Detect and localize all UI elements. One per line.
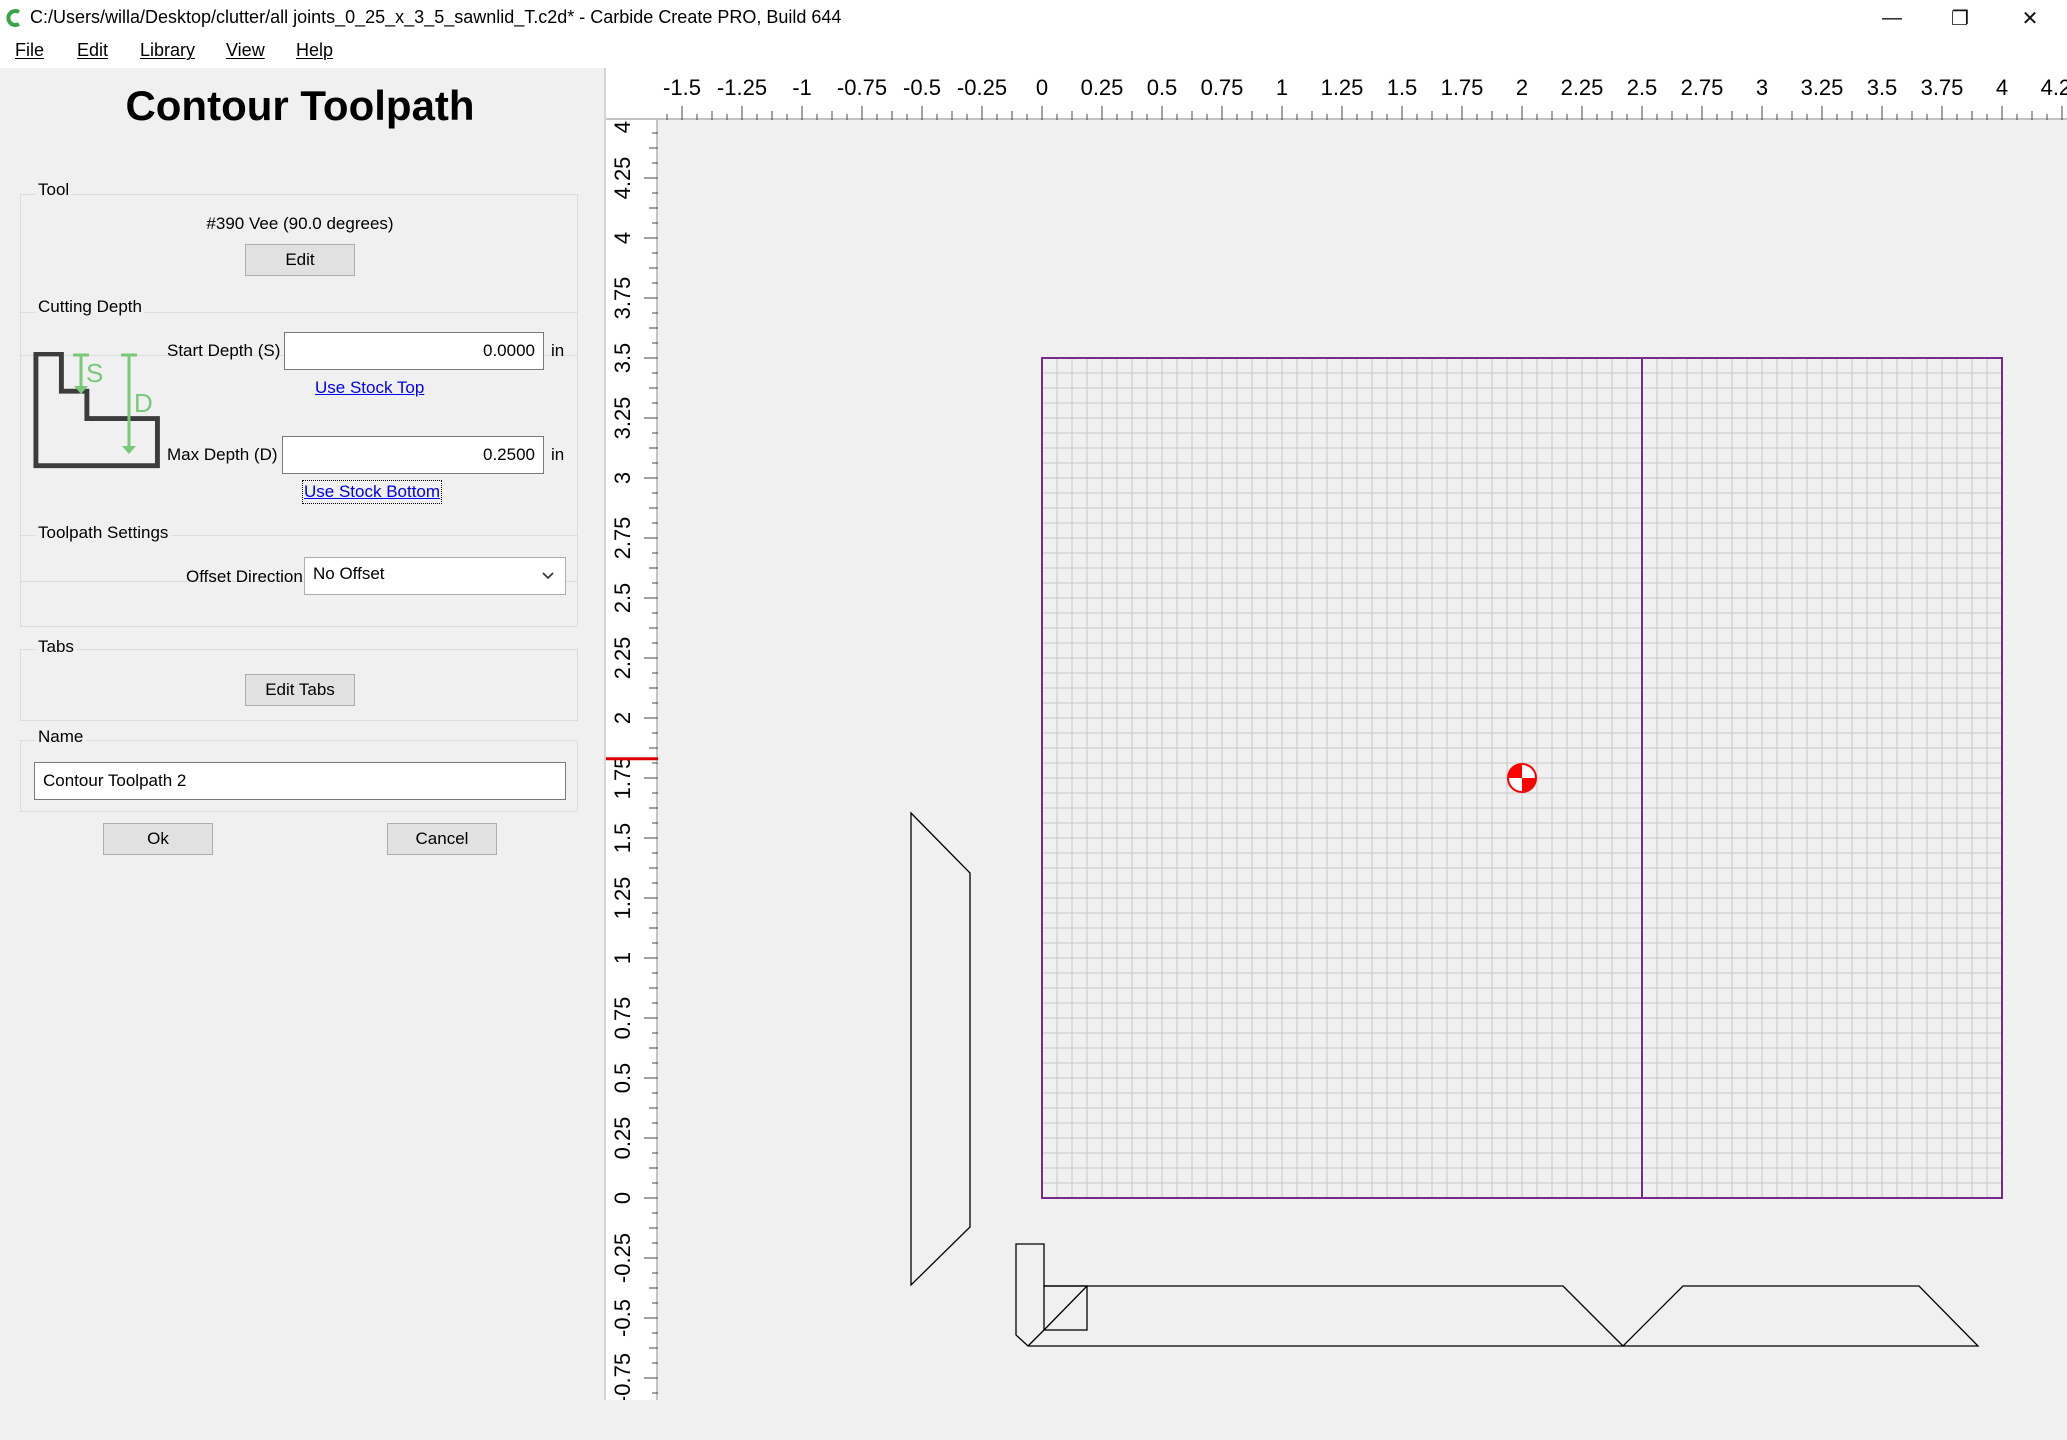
- ruler-label: -1.5: [663, 75, 701, 100]
- edit-tabs-button[interactable]: Edit Tabs: [245, 674, 355, 706]
- datum-quadrant-tl: [1508, 764, 1522, 778]
- ruler-label: 1.25: [610, 877, 635, 920]
- profile-vector-right[interactable]: [1621, 1285, 1980, 1347]
- cancel-button[interactable]: Cancel: [387, 823, 497, 855]
- ruler-label: 0.25: [1081, 75, 1124, 100]
- horizontal-ruler: -1.5 -1.25 -1 -0.75 -0.5 -0.25 0 0.25 0.5 0.75 1 1.…: [606, 68, 2067, 120]
- tool-group-label: Tool: [35, 180, 73, 200]
- ruler-label: 3.75: [610, 277, 635, 320]
- ruler-label: 3.25: [1801, 75, 1844, 100]
- ruler-label: -0.75: [837, 75, 887, 100]
- ruler-label: 4.25: [2041, 75, 2067, 100]
- ruler-label: 2.75: [1681, 75, 1724, 100]
- window-title: C:/Users/willa/Desktop/clutter/all joint…: [30, 7, 842, 27]
- restore-button[interactable]: ❐: [1926, 0, 1994, 36]
- offset-direction-select[interactable]: No Offset: [304, 557, 566, 595]
- ruler-label: 2.5: [610, 583, 635, 614]
- ruler-label: 2.25: [1561, 75, 1604, 100]
- ruler-label: -0.25: [610, 1233, 635, 1283]
- ruler-label: 4: [1996, 75, 2008, 100]
- ruler-label: 4.25: [610, 157, 635, 200]
- close-button[interactable]: ✕: [1996, 0, 2064, 36]
- menu-help[interactable]: Help: [296, 40, 333, 61]
- ruler-label: 0.5: [1147, 75, 1178, 100]
- ruler-label: 0: [610, 1192, 635, 1204]
- ruler-label: 1.75: [1441, 75, 1484, 100]
- menu-edit[interactable]: Edit: [77, 40, 108, 61]
- vertical-ruler: 4.5 4.25 4 3.75 3.5 3.25 3 2.75 2.5 2.25 2 1.75 1.5 1…: [606, 120, 658, 1400]
- profile-vector-left[interactable]: [1015, 1243, 1625, 1347]
- ruler-label: 1.5: [610, 823, 635, 854]
- ruler-label: 0: [1036, 75, 1048, 100]
- contour-toolpath-panel: Contour Toolpath Tool #390 Vee (90.0 deg…: [0, 68, 600, 1440]
- start-depth-unit: in: [551, 341, 565, 360]
- datum-quadrant-br: [1522, 778, 1536, 792]
- ruler-label: 3.75: [1921, 75, 1964, 100]
- profile-bevel-line: [1027, 1329, 1045, 1347]
- max-depth-label: Max Depth (D): [167, 445, 278, 464]
- carbide-create-logo-icon: [6, 9, 21, 27]
- start-depth-label: Start Depth (S): [167, 341, 281, 360]
- ruler-label: 3.25: [610, 397, 635, 440]
- chevron-down-icon: [542, 572, 554, 580]
- menu-view[interactable]: View: [226, 40, 265, 61]
- ruler-label: 0.75: [1201, 75, 1244, 100]
- datum-origin-icon[interactable]: [1507, 763, 1537, 793]
- toolpath-settings-group-label: Toolpath Settings: [35, 523, 172, 543]
- minimize-button[interactable]: —: [1858, 0, 1926, 36]
- ruler-label: 1.75: [610, 757, 635, 800]
- start-depth-input[interactable]: [284, 332, 544, 370]
- ruler-label: 4: [610, 232, 635, 244]
- ruler-label: 0.5: [610, 1063, 635, 1094]
- tabs-group-label: Tabs: [35, 637, 77, 657]
- offset-direction-label: Offset Direction: [186, 567, 303, 586]
- ruler-label: 3: [610, 472, 635, 484]
- offset-direction-value: No Offset: [313, 564, 385, 583]
- tool-name: #390 Vee (90.0 degrees): [206, 214, 394, 233]
- ruler-label: 1: [1276, 75, 1288, 100]
- toolpath-name-input[interactable]: [34, 762, 566, 800]
- menu-library[interactable]: Library: [140, 40, 195, 61]
- ruler-label: 1.25: [1321, 75, 1364, 100]
- diagram-d-label: D: [134, 388, 153, 418]
- max-depth-unit: in: [551, 445, 565, 464]
- ruler-label: 2.75: [610, 517, 635, 560]
- ruler-label: 1: [610, 952, 635, 964]
- ruler-label: 2: [1516, 75, 1528, 100]
- ruler-label: 3.5: [1867, 75, 1898, 100]
- menu-bar: File Edit Library View Help: [0, 36, 2067, 68]
- ruler-label: -0.5: [610, 1299, 635, 1337]
- ruler-label: 0.75: [610, 997, 635, 1040]
- diagram-s-label: S: [86, 358, 103, 388]
- ruler-label: 2.25: [610, 637, 635, 680]
- max-depth-input[interactable]: [282, 436, 544, 474]
- edit-tool-button[interactable]: Edit: [245, 244, 355, 276]
- title-bar: C:/Users/willa/Desktop/clutter/all joint…: [0, 0, 2067, 36]
- design-canvas[interactable]: [658, 120, 2067, 1400]
- trapezoid-vector[interactable]: [910, 811, 971, 1287]
- use-stock-top-link[interactable]: Use Stock Top: [315, 378, 424, 398]
- ruler-label: 2: [610, 712, 635, 724]
- ruler-label: 3: [1756, 75, 1768, 100]
- ruler-label: -1.25: [717, 75, 767, 100]
- cutting-depth-group-label: Cutting Depth: [35, 297, 145, 317]
- ruler-label: 3.5: [610, 343, 635, 374]
- name-group-label: Name: [35, 727, 87, 747]
- cutting-depth-diagram-icon: S D: [33, 352, 160, 469]
- ruler-label: -1: [792, 75, 812, 100]
- panel-title: Contour Toolpath: [125, 82, 475, 129]
- menu-file[interactable]: File: [15, 40, 44, 61]
- ruler-label: 0.25: [610, 1117, 635, 1160]
- ok-button[interactable]: Ok: [103, 823, 213, 855]
- ruler-label: 1.5: [1387, 75, 1418, 100]
- ruler-label: -0.5: [903, 75, 941, 100]
- ruler-label: -0.25: [957, 75, 1007, 100]
- ruler-label: -0.75: [610, 1353, 635, 1400]
- use-stock-bottom-link[interactable]: Use Stock Bottom: [301, 480, 443, 504]
- small-square-diagonal: [1043, 1285, 1088, 1331]
- ruler-label: 2.5: [1627, 75, 1658, 100]
- ruler-label: 4.5: [610, 120, 635, 133]
